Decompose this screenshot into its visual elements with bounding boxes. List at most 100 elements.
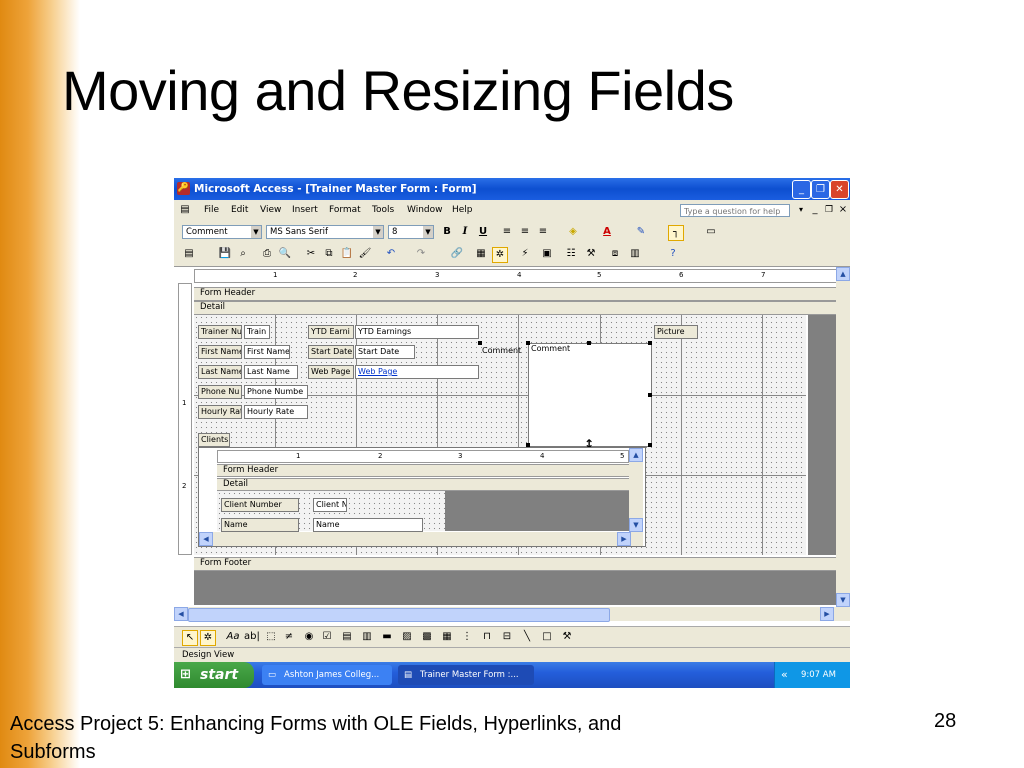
resize-handle[interactable]: [648, 341, 652, 345]
menu-format[interactable]: Format: [329, 205, 361, 215]
resize-handle[interactable]: [648, 443, 652, 447]
menu-insert[interactable]: Insert: [292, 205, 318, 215]
view-icon[interactable]: ▤: [182, 247, 196, 261]
close-button[interactable]: ✕: [830, 180, 849, 199]
more-controls-icon[interactable]: ⚒: [560, 630, 574, 644]
menu-tools[interactable]: Tools: [372, 205, 394, 215]
taskbar-item-ashton[interactable]: ▭ Ashton James Colleg...: [262, 665, 392, 685]
client-number-field[interactable]: Client N: [313, 498, 347, 512]
fill-color-icon[interactable]: ◈: [566, 225, 580, 239]
copy-icon[interactable]: ⧉: [322, 247, 336, 261]
menu-view[interactable]: View: [260, 205, 281, 215]
page-break-icon[interactable]: ⋮: [460, 630, 474, 644]
help-icon[interactable]: ?: [666, 247, 680, 261]
resize-handle[interactable]: [648, 393, 652, 397]
print-icon[interactable]: ⎙: [260, 247, 274, 261]
name-field[interactable]: Name: [313, 518, 423, 532]
chevron-left-icon[interactable]: ◀: [199, 532, 213, 546]
form-footer-section-bar[interactable]: Form Footer: [194, 557, 836, 571]
hourly-rate-label[interactable]: Hourly Rat: [198, 405, 242, 419]
clients-label[interactable]: Clients: [198, 433, 230, 447]
resize-handle[interactable]: [587, 341, 591, 345]
scroll-thumb[interactable]: [188, 608, 610, 622]
help-question-input[interactable]: Type a question for help: [680, 204, 790, 217]
doc-restore-icon[interactable]: ❐: [822, 203, 836, 217]
subform-header-bar[interactable]: Form Header: [217, 464, 629, 477]
rectangle-tool-icon[interactable]: □: [540, 630, 554, 644]
ytd-earnings-field[interactable]: YTD Earnings: [355, 325, 479, 339]
web-page-label[interactable]: Web Page: [308, 365, 354, 379]
field-list-icon[interactable]: ▦: [474, 247, 488, 261]
ytd-earnings-label[interactable]: YTD Earni: [308, 325, 354, 339]
main-horizontal-scrollbar[interactable]: ◀ ▶: [174, 607, 850, 622]
save-icon[interactable]: 💾: [218, 247, 232, 261]
comment-field[interactable]: Comment: [528, 343, 652, 447]
undo-icon[interactable]: ↶: [384, 247, 398, 261]
title-bar[interactable]: 🔑 Microsoft Access - [Trainer Master For…: [174, 178, 850, 200]
redo-icon[interactable]: ↷: [414, 247, 428, 261]
hourly-rate-field[interactable]: Hourly Rate: [244, 405, 308, 419]
list-box-icon[interactable]: ▥: [360, 630, 374, 644]
hyperlink-icon[interactable]: 🔗: [450, 247, 464, 261]
select-objects-icon[interactable]: ↖: [182, 630, 198, 646]
properties-icon[interactable]: ☷: [564, 247, 578, 261]
main-vertical-scrollbar[interactable]: ▲ ▼: [836, 267, 850, 607]
tray-arrow-icon[interactable]: «: [781, 662, 788, 688]
border-width-icon[interactable]: ┐: [668, 225, 684, 241]
line-color-icon[interactable]: ✎: [634, 225, 648, 239]
picture-label[interactable]: Picture: [654, 325, 698, 339]
start-date-label[interactable]: Start Date: [308, 345, 354, 359]
image-tool-icon[interactable]: ▨: [400, 630, 414, 644]
web-page-field[interactable]: Web Page: [355, 365, 479, 379]
subform-horizontal-scrollbar[interactable]: ◀ ▶: [199, 532, 643, 546]
subform-vertical-scrollbar[interactable]: ▲ ▼: [629, 448, 643, 532]
toolbox-icon[interactable]: ✲: [492, 247, 508, 263]
align-right-icon[interactable]: ≡: [536, 225, 550, 239]
database-window-icon[interactable]: ⧈: [608, 247, 622, 261]
option-group-icon[interactable]: ⬚: [264, 630, 278, 644]
chevron-down-icon[interactable]: ▼: [836, 593, 850, 607]
first-name-field[interactable]: First Name: [244, 345, 290, 359]
chevron-right-icon[interactable]: ▶: [617, 532, 631, 546]
chevron-up-icon[interactable]: ▲: [836, 267, 850, 281]
new-object-icon[interactable]: ▥: [628, 247, 642, 261]
form-header-section-bar[interactable]: Form Header: [194, 287, 836, 301]
name-label[interactable]: Name: [221, 518, 299, 532]
trainer-number-label[interactable]: Trainer Nu: [198, 325, 242, 339]
object-combo[interactable]: Comment ▼: [182, 225, 262, 239]
textbox-tool-icon[interactable]: ab|: [244, 630, 260, 644]
cut-icon[interactable]: ✂: [304, 247, 318, 261]
paste-icon[interactable]: 📋: [340, 247, 354, 261]
checkbox-tool-icon[interactable]: ☑: [320, 630, 334, 644]
italic-button[interactable]: I: [458, 225, 472, 239]
trainer-number-field[interactable]: Train: [244, 325, 270, 339]
combo-box-icon[interactable]: ▤: [340, 630, 354, 644]
start-button[interactable]: ⊞ start: [174, 662, 254, 688]
taskbar-item-trainer-form[interactable]: ▤ Trainer Master Form :...: [398, 665, 534, 685]
chevron-right-icon[interactable]: ▶: [820, 607, 834, 621]
phone-number-label[interactable]: Phone Nu: [198, 385, 242, 399]
font-combo[interactable]: MS Sans Serif ▼: [266, 225, 384, 239]
detail-section-bar[interactable]: Detail: [194, 301, 836, 315]
toggle-button-icon[interactable]: ≠: [282, 630, 296, 644]
size-combo[interactable]: 8 ▼: [388, 225, 434, 239]
label-tool-icon[interactable]: Aa: [226, 630, 240, 644]
chevron-down-icon[interactable]: ▼: [629, 518, 643, 532]
help-dropdown-icon[interactable]: ▾: [794, 203, 808, 217]
start-date-field[interactable]: Start Date: [355, 345, 415, 359]
move-handle[interactable]: [478, 341, 482, 345]
menu-file[interactable]: File: [204, 205, 219, 215]
subform-tool-icon[interactable]: ⊟: [500, 630, 514, 644]
subform-detail-bar[interactable]: Detail: [217, 478, 629, 491]
first-name-label[interactable]: First Name: [198, 345, 242, 359]
align-center-icon[interactable]: ≡: [518, 225, 532, 239]
bound-object-icon[interactable]: ▦: [440, 630, 454, 644]
move-handle[interactable]: [526, 341, 530, 345]
special-effect-icon[interactable]: ▭: [704, 225, 718, 239]
restore-button[interactable]: ❐: [811, 180, 830, 199]
underline-button[interactable]: U: [476, 225, 490, 239]
form-control-icon[interactable]: ▤: [178, 203, 192, 217]
chevron-left-icon[interactable]: ◀: [174, 607, 188, 621]
chevron-up-icon[interactable]: ▲: [629, 448, 643, 462]
clients-subform[interactable]: 1 2 3 4 5 Form Header Detail Client Numb…: [198, 447, 646, 547]
